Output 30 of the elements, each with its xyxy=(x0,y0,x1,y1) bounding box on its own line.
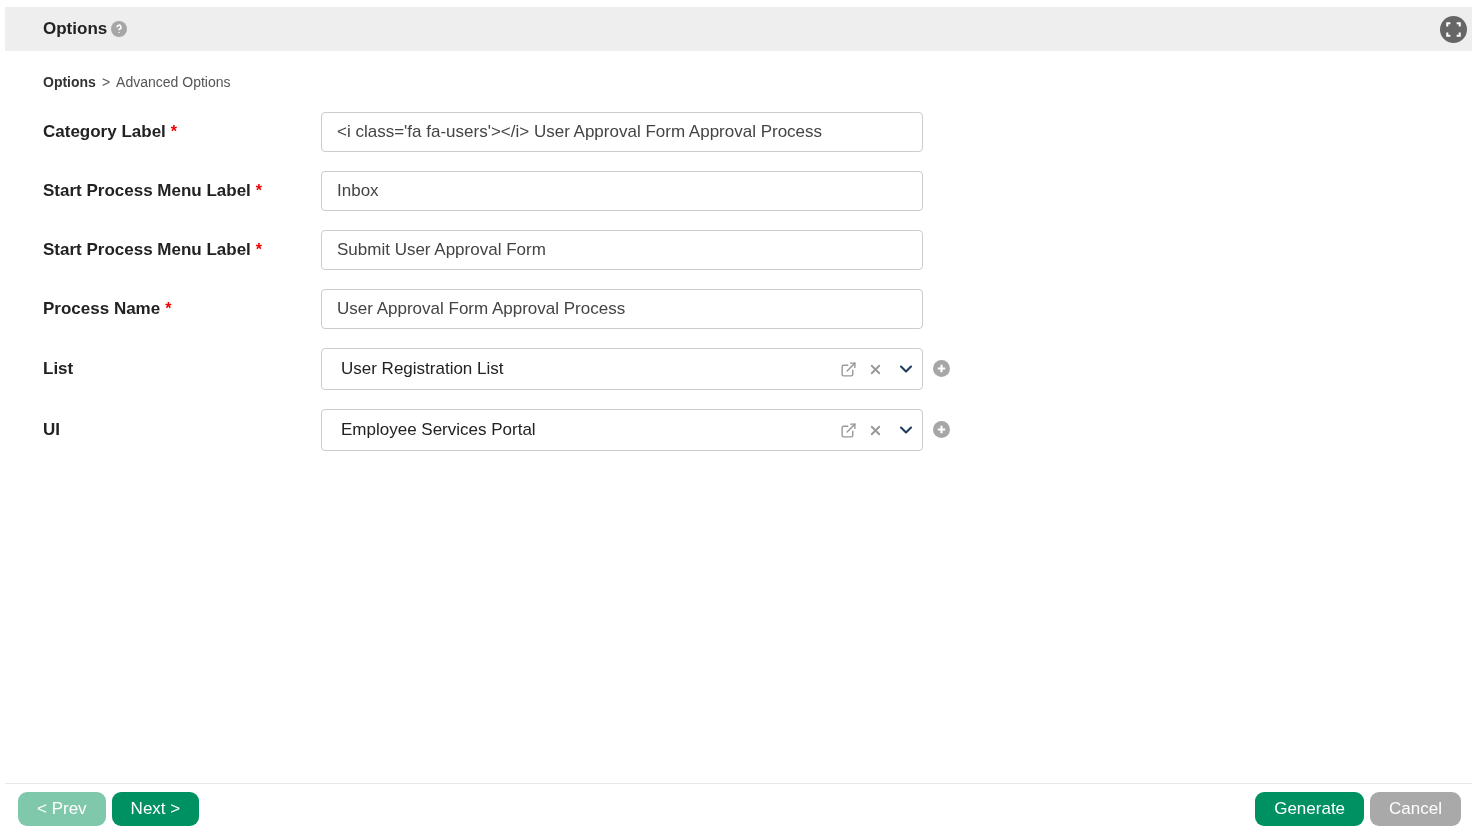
breadcrumb-item[interactable]: Options xyxy=(43,72,96,93)
text-input[interactable]: Inbox xyxy=(321,171,923,211)
open-link-icon[interactable] xyxy=(840,360,857,378)
fullscreen-icon[interactable] xyxy=(1440,15,1467,43)
add-icon[interactable] xyxy=(933,359,950,377)
field-label: Start Process Menu Label xyxy=(43,239,251,262)
breadcrumb-item: Advanced Options xyxy=(116,73,231,92)
required-mark: * xyxy=(255,181,263,201)
text-input[interactable]: Submit User Approval Form xyxy=(321,230,923,270)
required-mark: * xyxy=(170,122,178,142)
text-input[interactable]: <i class='fa fa-users'></i> User Approval Form Approval Process xyxy=(321,112,923,152)
field-label: Start Process Menu Label xyxy=(43,180,251,203)
nav-button[interactable]: Generate xyxy=(1255,791,1365,826)
select-value: User Registration List xyxy=(341,358,505,381)
add-icon[interactable] xyxy=(933,420,950,438)
breadcrumb-separator: > xyxy=(101,73,111,92)
text-input[interactable]: User Approval Form Approval Process xyxy=(321,289,923,329)
page-title: Options xyxy=(43,18,108,41)
select-field[interactable]: Employee Services Portal xyxy=(321,409,923,451)
required-mark: * xyxy=(255,240,263,260)
required-mark: * xyxy=(165,299,172,319)
field-label: List xyxy=(43,358,74,381)
field-label: Category Label xyxy=(43,121,166,144)
field-label: Process Name xyxy=(43,298,161,321)
open-link-icon[interactable] xyxy=(840,421,857,439)
field-label: UI xyxy=(43,419,60,442)
help-icon[interactable] xyxy=(111,21,128,37)
select-field[interactable]: User Registration List xyxy=(321,348,923,390)
select-value: Employee Services Portal xyxy=(341,419,537,442)
nav-button[interactable]: Next > xyxy=(111,791,200,826)
